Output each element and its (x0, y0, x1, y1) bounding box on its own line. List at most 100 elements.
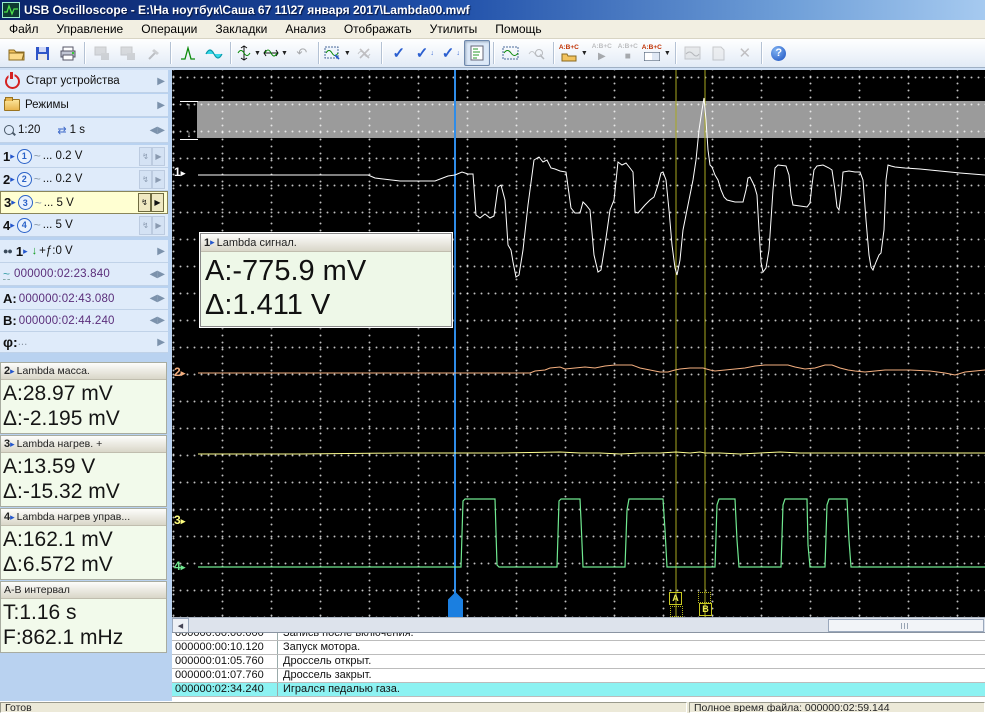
trigger-row[interactable]: ●● 1▸ ↓ +ƒ: 0 V ▶ (0, 240, 168, 263)
channel-auto-button[interactable]: ↯ (139, 216, 152, 235)
abc-stop-icon[interactable]: A:B+C■ (615, 40, 641, 66)
modes-button[interactable]: Режимы ▶ (0, 94, 168, 117)
trigger-level-value[interactable]: 0 V (55, 245, 72, 257)
chart-frame-button[interactable] (498, 40, 524, 66)
expand-right-icon[interactable]: ▶ (157, 337, 165, 348)
log-row-selected[interactable]: 000000:02:34.240Игрался педалью газа. (172, 683, 985, 697)
wave-select-button[interactable] (201, 40, 227, 66)
abc-start-icon[interactable]: A:B+C▶ (589, 40, 615, 66)
time-scale-value[interactable]: 1 s (70, 124, 85, 136)
log-row[interactable]: 000000:01:05.760Дроссель открыт. (172, 655, 985, 669)
time-scale-button[interactable]: ▼ (262, 40, 289, 66)
channel-expand-button[interactable]: ▶ (151, 193, 164, 212)
step-right-icon[interactable]: ▶ (157, 315, 165, 326)
channel-range[interactable]: ... 5 V (44, 197, 74, 209)
channel-4-row[interactable]: 4▸ 4 ~ ... 5 V ↯▶ (0, 214, 168, 237)
channel-2-row[interactable]: 2▸ 2 ~ ... 0.2 V ↯▶ (0, 168, 168, 191)
abc-panel-button[interactable]: A:B+C▼ (641, 40, 672, 66)
dropdown-icon[interactable]: ▼ (254, 50, 261, 57)
step-right-icon[interactable]: ▶ (157, 293, 165, 304)
oscillogram-plot[interactable]: ↑ ↓ 1▸ 2▸ 3▸ 4▸ A B 1▸Lambda сигнал. A:-… (172, 70, 985, 617)
cursor-a-slot[interactable] (670, 606, 683, 617)
channel-3-row[interactable]: 3▸ 3 ~ ... 5 V ↯▶ (0, 191, 168, 214)
help-button[interactable]: ? (766, 40, 792, 66)
marker-time-value[interactable]: 000000:02:23.840 (14, 268, 110, 280)
save-fragment-all-icon[interactable] (115, 40, 141, 66)
cursor-a-flag[interactable]: A (669, 592, 682, 605)
channel-auto-button[interactable]: ↯ (139, 147, 152, 166)
log-row[interactable]: 000000:00:10.120Запуск мотора. (172, 641, 985, 655)
channel-expand-button[interactable]: ▶ (152, 147, 165, 166)
report-icon[interactable] (706, 40, 732, 66)
abc-open-button[interactable]: A:B+C▼ (558, 40, 589, 66)
cursor-b-time[interactable]: 000000:02:44.240 (19, 315, 115, 327)
log-row[interactable]: 000000:00:00.000Запись после включения. (172, 632, 985, 641)
menu-help[interactable]: Помощь (486, 21, 550, 38)
expand-right-icon[interactable]: ▶ (157, 100, 165, 111)
amplitude-scale-button[interactable]: ▼ (235, 40, 262, 66)
service-tools-icon[interactable] (141, 40, 167, 66)
zoom-ratio-value[interactable]: 1:20 (18, 124, 40, 136)
channel-1-row[interactable]: 1▸ 1 ~ ... 0.2 V ↯▶ (0, 145, 168, 168)
channel-range[interactable]: ... 0.2 V (43, 150, 83, 162)
chart-windows-button[interactable]: ▼ (323, 40, 352, 66)
step-left-icon[interactable]: ◀ (150, 293, 158, 304)
title-bar[interactable]: USB Oscilloscope - E:\На ноутбук\Саша 67… (0, 0, 985, 20)
scrollbar-thumb[interactable] (828, 619, 984, 632)
step-right-icon[interactable]: ▶ (157, 269, 165, 280)
expand-right-icon[interactable]: ▶ (157, 76, 165, 87)
cursor-b-slot[interactable] (698, 592, 711, 603)
dropdown-icon[interactable]: ▼ (581, 50, 588, 57)
channel-1-marker[interactable]: 1▸ (174, 166, 185, 179)
menu-analysis[interactable]: Анализ (276, 21, 335, 38)
impulse-button[interactable] (175, 40, 201, 66)
dropdown-icon[interactable]: ▼ (664, 50, 671, 57)
step-left-icon[interactable]: ◀ (150, 315, 158, 326)
channel-expand-button[interactable]: ▶ (152, 170, 165, 189)
cursor-b-row[interactable]: B: 000000:02:44.240 ◀ ▶ (0, 310, 168, 332)
plot-hscrollbar[interactable]: ◀ (172, 617, 985, 632)
confirm-button[interactable]: ✓ (386, 40, 412, 66)
undo-icon[interactable]: ↶ (289, 40, 315, 66)
save-file-button[interactable] (29, 40, 55, 66)
confirm-all-button[interactable]: ✓↓ (438, 40, 464, 66)
menu-display[interactable]: Отображать (335, 21, 421, 38)
confirm-next-button[interactable]: ✓↓ (412, 40, 438, 66)
channel-4-marker[interactable]: 4▸ (174, 560, 185, 573)
menu-file[interactable]: Файл (0, 21, 48, 38)
log-row[interactable]: 000000:01:07.760Дроссель закрыт. (172, 669, 985, 683)
cursor-b-flag[interactable]: B (699, 603, 712, 616)
delete-icon[interactable]: ✕ (732, 40, 758, 66)
dropdown-icon[interactable]: ▼ (344, 50, 351, 57)
event-log[interactable]: 000000:00:00.000Запись после включения. … (172, 632, 985, 702)
step-left-icon[interactable]: ◀ (150, 125, 158, 136)
menu-bookmarks[interactable]: Закладки (206, 21, 276, 38)
channel-auto-button[interactable]: ↯ (139, 170, 152, 189)
event-list-button[interactable] (464, 40, 490, 66)
close-chart-icon[interactable] (352, 40, 378, 66)
chart-search-icon[interactable] (524, 40, 550, 66)
step-left-icon[interactable]: ◀ (150, 269, 158, 280)
phase-row[interactable]: φ: ... ▶ (0, 332, 168, 353)
print-button[interactable] (55, 40, 81, 66)
cursor-a-time[interactable]: 000000:02:43.080 (19, 293, 115, 305)
channel-1-tooltip[interactable]: 1▸Lambda сигнал. A:-775.9 mVΔ:1.411 V (200, 233, 452, 327)
start-device-button[interactable]: Старт устройства ▶ (0, 70, 168, 93)
channel-auto-button[interactable]: ↯ (138, 193, 151, 212)
saved-chart-icon[interactable] (680, 40, 706, 66)
channel-3-marker[interactable]: 3▸ (174, 514, 185, 527)
expand-right-icon[interactable]: ▶ (157, 246, 165, 257)
menu-control[interactable]: Управление (48, 21, 133, 38)
channel-expand-button[interactable]: ▶ (152, 216, 165, 235)
channel-range[interactable]: ... 0.2 V (43, 173, 83, 185)
open-file-button[interactable] (3, 40, 29, 66)
menu-utilities[interactable]: Утилиты (421, 21, 487, 38)
save-fragment-icon[interactable] (89, 40, 115, 66)
menu-operations[interactable]: Операции (132, 21, 206, 38)
dropdown-icon[interactable]: ▼ (281, 50, 288, 57)
channel-range[interactable]: ... 5 V (43, 219, 73, 231)
marker-time-row[interactable]: ~ 000000:02:23.840 ◀ ▶ (0, 263, 168, 286)
step-right-icon[interactable]: ▶ (157, 125, 165, 136)
cursor-a-row[interactable]: A: 000000:02:43.080 ◀ ▶ (0, 288, 168, 310)
channel-2-marker[interactable]: 2▸ (174, 366, 185, 379)
